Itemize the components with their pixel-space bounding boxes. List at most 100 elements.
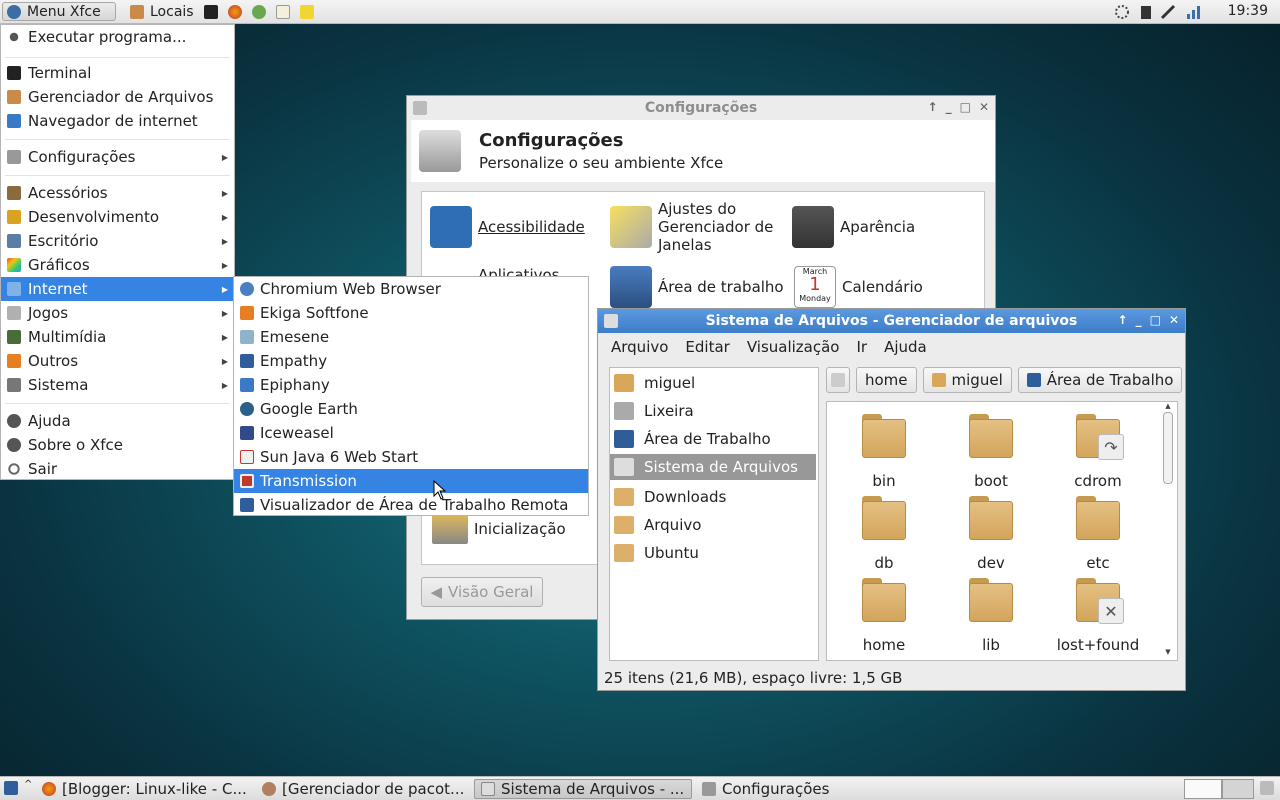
sidebar-item-ubuntu[interactable]: Ubuntu	[610, 540, 816, 566]
settings-item-desktop[interactable]: Área de trabalho	[610, 266, 784, 308]
scroll-up-icon[interactable]: ▲	[1163, 402, 1173, 410]
menu-item-help[interactable]: Ajuda	[1, 409, 234, 433]
menu-item-terminal[interactable]: Terminal	[1, 61, 234, 85]
menu-item-run-program[interactable]: Executar programa...	[1, 25, 234, 49]
task-blogger[interactable]: [Blogger: Linux-like - C...	[36, 779, 252, 799]
settings-item-accessibility[interactable]: Acessibilidade	[430, 206, 585, 248]
scroll-thumb[interactable]	[1163, 412, 1173, 484]
path-home-button[interactable]: home	[856, 367, 917, 393]
logout-icon	[7, 462, 21, 476]
task-package-manager[interactable]: [Gerenciador de pacot...	[256, 779, 472, 799]
clipboard-icon[interactable]	[1138, 4, 1154, 20]
xfce-menu-button[interactable]: Menu Xfce	[2, 2, 116, 21]
file-item-db[interactable]: db	[839, 496, 929, 572]
menu-visualizacao[interactable]: Visualização	[747, 338, 840, 356]
file-item-lost-found[interactable]: ✕ lost+found	[1053, 578, 1143, 654]
close-icon[interactable]: ✕	[979, 100, 989, 114]
submenu-item-remote-desktop[interactable]: Visualizador de Área de Trabalho Remota	[234, 493, 588, 517]
submenu-item-google-earth[interactable]: Google Earth	[234, 397, 588, 421]
menu-item-settings[interactable]: Configurações ▶	[1, 145, 234, 169]
sidebar-item-filesystem[interactable]: Sistema de Arquivos	[610, 454, 816, 480]
file-item-bin[interactable]: bin	[839, 414, 929, 490]
submenu-item-iceweasel[interactable]: Iceweasel	[234, 421, 588, 445]
settings-icon	[7, 150, 21, 164]
desktop-icon	[614, 430, 634, 448]
workspace-2[interactable]	[1222, 779, 1254, 799]
file-item-dev[interactable]: dev	[946, 496, 1036, 572]
iceweasel-icon	[240, 426, 254, 440]
settings-item-appearance[interactable]: Aparência	[792, 206, 915, 248]
sidebar-item-downloads[interactable]: Downloads	[610, 484, 816, 510]
shade-icon[interactable]: ↑	[928, 100, 938, 114]
menu-item-about[interactable]: Sobre o Xfce	[1, 433, 234, 457]
path-miguel-button[interactable]: miguel	[922, 367, 1012, 393]
submenu-item-java[interactable]: Sun Java 6 Web Start	[234, 445, 588, 469]
sidebar-item-trash[interactable]: Lixeira	[610, 398, 816, 424]
network-icon[interactable]	[1186, 4, 1202, 20]
shade-icon[interactable]: ↑	[1118, 313, 1128, 327]
settings-titlebar[interactable]: Configurações ↑ _ □ ✕	[407, 96, 995, 120]
menu-item-development[interactable]: Desenvolvimento ▶	[1, 205, 234, 229]
file-item-lib[interactable]: lib	[946, 578, 1036, 654]
file-manager-titlebar[interactable]: Sistema de Arquivos - Gerenciador de arq…	[598, 309, 1185, 333]
menu-ajuda[interactable]: Ajuda	[884, 338, 927, 356]
menu-item-other[interactable]: Outros ▶	[1, 349, 234, 373]
scroll-down-icon[interactable]: ▼	[1163, 648, 1173, 656]
launcher-editor[interactable]	[276, 2, 290, 21]
menu-item-graphics[interactable]: Gráficos ▶	[1, 253, 234, 277]
settings-item-startup[interactable]: Inicialização	[432, 514, 566, 544]
file-manager-window-icon	[604, 314, 618, 328]
places-button[interactable]: Locais	[130, 2, 194, 21]
path-root-button[interactable]	[826, 367, 850, 393]
menu-ir[interactable]: Ir	[856, 338, 867, 356]
submenu-item-epiphany[interactable]: Epiphany	[234, 373, 588, 397]
submenu-item-emesene[interactable]: Emesene	[234, 325, 588, 349]
submenu-item-transmission[interactable]: Transmission	[234, 469, 588, 493]
sidebar-item-miguel[interactable]: miguel	[610, 370, 816, 396]
menu-item-office[interactable]: Escritório ▶	[1, 229, 234, 253]
file-item-home[interactable]: home	[839, 578, 929, 654]
menu-item-file-manager[interactable]: Gerenciador de Arquivos	[1, 85, 234, 109]
menu-item-internet[interactable]: Internet ▶	[1, 277, 234, 301]
submenu-item-chromium[interactable]: Chromium Web Browser	[234, 277, 588, 301]
clock[interactable]: 19:39	[1228, 3, 1268, 19]
launcher-firefox[interactable]	[228, 2, 242, 21]
menu-item-logout[interactable]: Sair	[1, 457, 234, 481]
sidebar-item-arquivo[interactable]: Arquivo	[610, 512, 816, 538]
launcher-notes[interactable]	[300, 2, 314, 21]
overview-button[interactable]: ◀ Visão Geral	[421, 577, 543, 607]
settings-item-wm-tweaks[interactable]: Ajustes do Gerenciador de Janelas	[610, 200, 790, 254]
file-grid-scrollbar[interactable]: ▲ ▼	[1163, 402, 1173, 658]
maximize-icon[interactable]: □	[960, 100, 971, 114]
task-file-manager[interactable]: Sistema de Arquivos - ...	[474, 779, 692, 799]
workspace-1[interactable]	[1184, 779, 1222, 799]
menu-item-accessories[interactable]: Acessórios ▶	[1, 181, 234, 205]
window-list-arrow-icon[interactable]: ^	[24, 779, 32, 790]
sidebar-item-desktop[interactable]: Área de Trabalho	[610, 426, 816, 452]
show-desktop-icon[interactable]	[4, 781, 18, 795]
menu-item-games[interactable]: Jogos ▶	[1, 301, 234, 325]
menu-editar[interactable]: Editar	[685, 338, 729, 356]
minimize-icon[interactable]: _	[946, 100, 952, 114]
power-icon[interactable]	[1160, 4, 1176, 20]
menu-item-system[interactable]: Sistema ▶	[1, 373, 234, 397]
menu-item-multimedia[interactable]: Multimídia ▶	[1, 325, 234, 349]
task-settings[interactable]: Configurações	[696, 779, 912, 799]
launcher-terminal[interactable]	[204, 2, 218, 21]
file-item-boot[interactable]: boot	[946, 414, 1036, 490]
path-desktop-button[interactable]: Área de Trabalho	[1017, 367, 1183, 393]
close-icon[interactable]: ✕	[1169, 313, 1179, 327]
file-item-cdrom[interactable]: ↷ cdrom	[1053, 414, 1143, 490]
submenu-arrow-icon: ▶	[221, 152, 228, 162]
submenu-item-empathy[interactable]: Empathy	[234, 349, 588, 373]
loading-icon[interactable]	[1114, 4, 1130, 20]
minimize-icon[interactable]: _	[1136, 313, 1142, 327]
settings-item-calendar[interactable]: March 1 Monday Calendário	[794, 266, 923, 308]
menu-item-web-browser[interactable]: Navegador de internet	[1, 109, 234, 133]
maximize-icon[interactable]: □	[1150, 313, 1161, 327]
file-item-etc[interactable]: etc	[1053, 496, 1143, 572]
menu-arquivo[interactable]: Arquivo	[611, 338, 668, 356]
trash-panel-icon[interactable]	[1260, 781, 1274, 795]
submenu-item-ekiga[interactable]: Ekiga Softfone	[234, 301, 588, 325]
launcher-chat[interactable]	[252, 2, 266, 21]
